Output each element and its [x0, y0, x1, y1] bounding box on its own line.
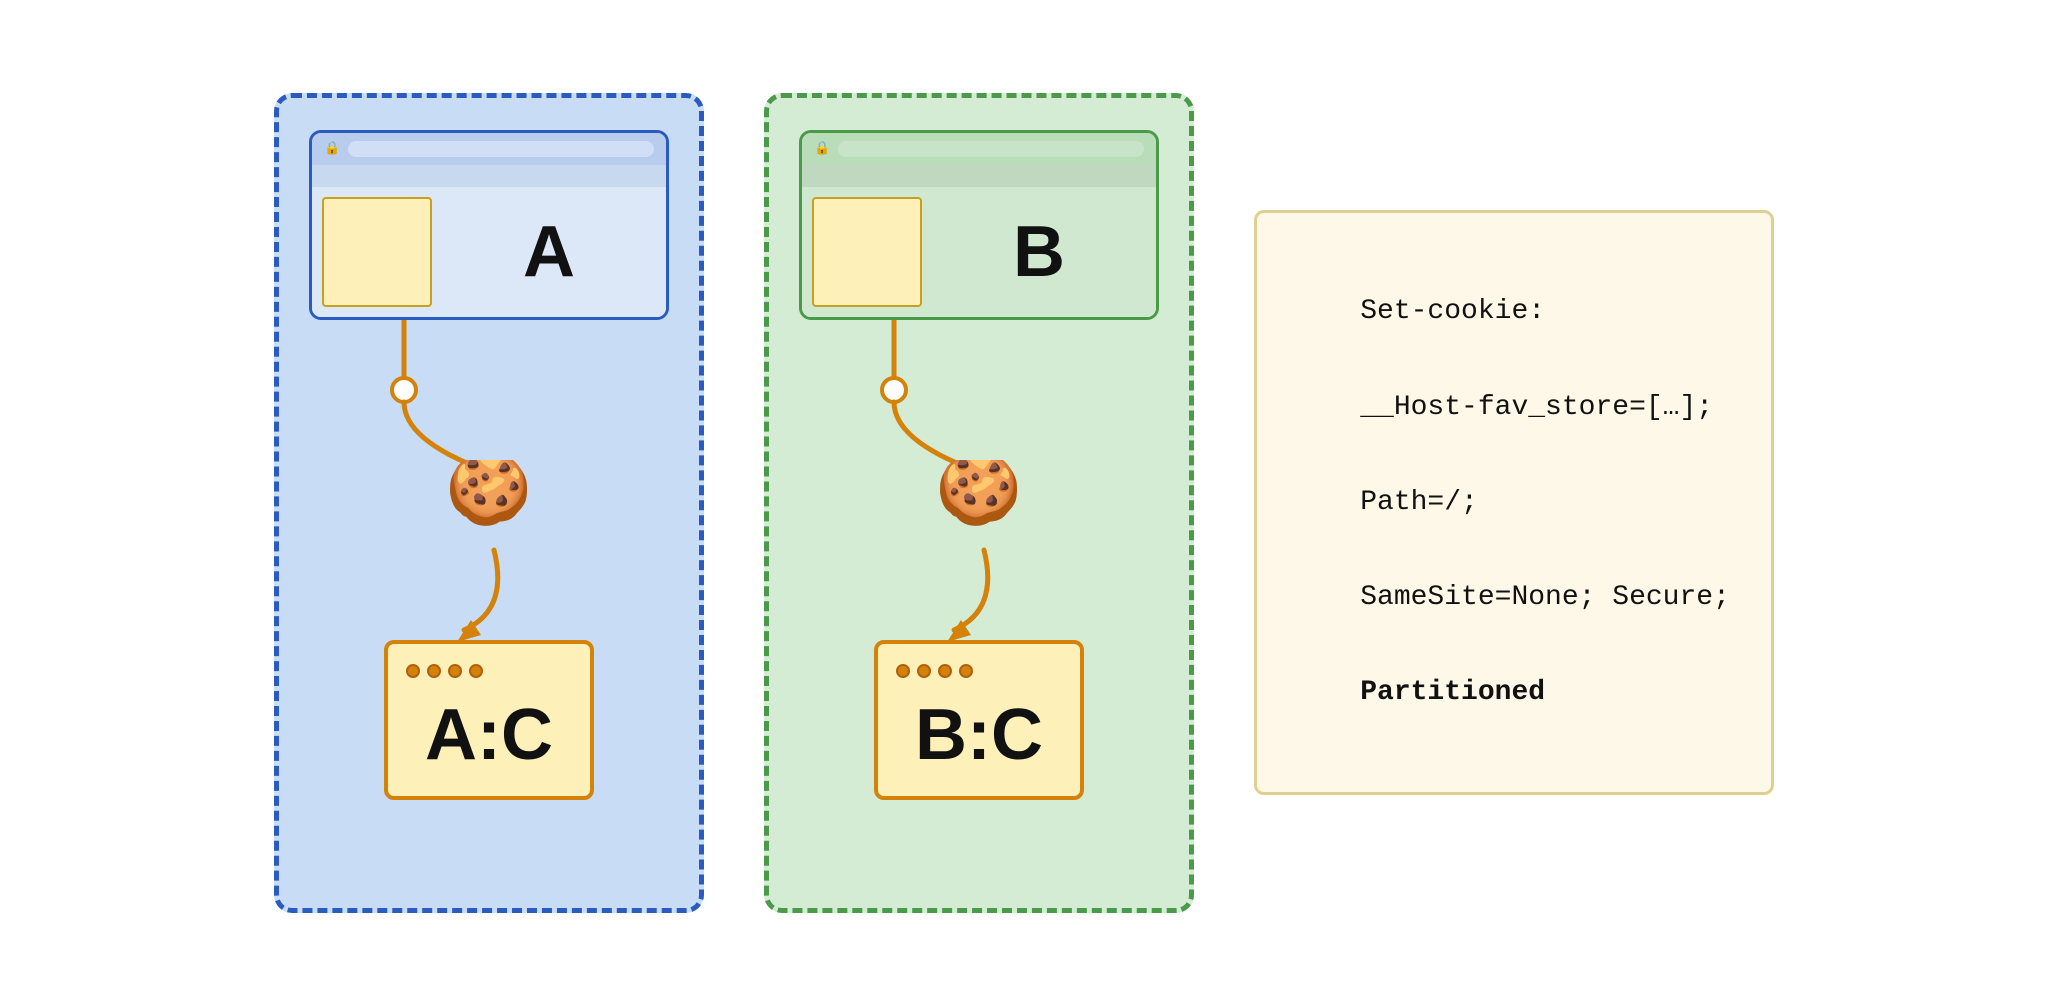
right-lock-icon: 🔒: [814, 141, 830, 156]
left-lock-icon: 🔒: [324, 141, 340, 156]
left-browser-content: A: [312, 187, 666, 317]
left-content-iframe: [322, 197, 432, 307]
right-flow: 🍪 B:C: [799, 320, 1159, 800]
right-browser-window: 🔒 B: [799, 130, 1159, 320]
left-dot-1: [406, 664, 420, 678]
right-browser-toolbar: [802, 165, 1156, 187]
left-browser-window: 🔒 A: [309, 130, 669, 320]
left-dot-2: [427, 664, 441, 678]
left-storage-box: A:C: [384, 640, 594, 800]
right-dot-2: [917, 664, 931, 678]
right-browser-content: B: [802, 187, 1156, 317]
code-box: Set-cookie: __Host-fav_store=[…]; Path=/…: [1254, 210, 1774, 796]
left-browser-toolbar: [312, 165, 666, 187]
code-line2: __Host-fav_store=[…];: [1360, 392, 1713, 423]
right-dot-1: [896, 664, 910, 678]
left-cookie-emoji: 🍪: [439, 460, 539, 530]
left-site-label: A: [442, 197, 656, 307]
right-url-bar: [838, 141, 1144, 157]
right-dot-4: [959, 664, 973, 678]
code-line3: Path=/;: [1360, 487, 1478, 518]
right-cookie-emoji: 🍪: [929, 460, 1029, 530]
right-storage-dots: [896, 664, 973, 678]
left-storage-label: A:C: [425, 694, 553, 776]
right-dot-3: [938, 664, 952, 678]
left-partition: 🔒 A 🍪: [274, 93, 704, 913]
left-browser-titlebar: 🔒: [312, 133, 666, 165]
left-url-bar: [348, 141, 654, 157]
right-browser-titlebar: 🔒: [802, 133, 1156, 165]
left-flow: 🍪 A:C: [309, 320, 669, 800]
right-content-iframe: [812, 197, 922, 307]
code-line1: Set-cookie:: [1360, 296, 1545, 327]
right-site-label: B: [932, 197, 1146, 307]
left-storage-dots: [406, 664, 483, 678]
code-line4: SameSite=None; Secure;: [1360, 582, 1730, 613]
right-storage-label: B:C: [915, 694, 1043, 776]
right-storage-box: B:C: [874, 640, 1084, 800]
left-dot-3: [448, 664, 462, 678]
right-partition: 🔒 B 🍪: [764, 93, 1194, 913]
main-container: 🔒 A 🍪: [234, 53, 1814, 953]
code-line5: Partitioned: [1360, 677, 1545, 708]
left-dot-4: [469, 664, 483, 678]
